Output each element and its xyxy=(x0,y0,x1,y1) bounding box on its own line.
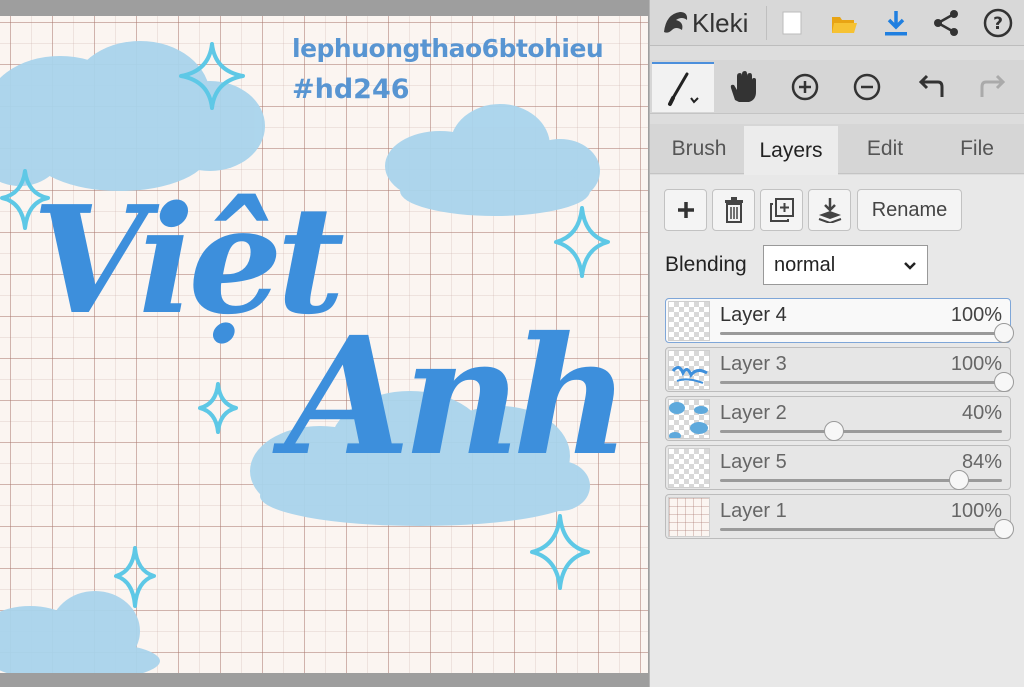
layer-name: Layer 2 xyxy=(720,402,787,424)
layer-opacity: 100% xyxy=(950,500,1002,522)
redo-button[interactable] xyxy=(962,62,1024,112)
toolbar-divider xyxy=(766,6,767,40)
layer-opacity: 84% xyxy=(961,451,1002,473)
brush-icon xyxy=(668,72,699,106)
layer-item[interactable]: Layer 1 100% xyxy=(665,494,1014,539)
kleki-logo-icon xyxy=(664,12,688,33)
layer-thumbnail xyxy=(668,301,710,341)
layer-item[interactable]: Layer 3 100% xyxy=(665,347,1014,392)
opacity-slider-track[interactable] xyxy=(720,381,1002,384)
zoom-in-icon xyxy=(791,73,819,101)
kleki-logo[interactable]: Kleki xyxy=(660,6,748,40)
help-icon: ? xyxy=(983,8,1013,38)
add-layer-button[interactable] xyxy=(664,189,707,231)
layer-item[interactable]: Layer 4 100% xyxy=(665,298,1014,343)
layer-opacity: 100% xyxy=(950,353,1002,375)
layer-name: Layer 5 xyxy=(720,451,787,473)
layer-thumbnail xyxy=(668,497,710,537)
opacity-slider-handle[interactable] xyxy=(994,372,1014,392)
trash-icon xyxy=(724,197,743,223)
svg-text:?: ? xyxy=(993,14,1003,34)
new-image-button[interactable] xyxy=(768,2,816,44)
merge-down-icon xyxy=(818,198,841,223)
plus-icon xyxy=(677,202,694,218)
layer-name: Layer 1 xyxy=(720,500,787,522)
save-button[interactable] xyxy=(872,2,920,44)
top-toolbar: Kleki ? xyxy=(650,0,1024,46)
tab-file[interactable]: File xyxy=(932,124,1022,174)
opacity-slider-track[interactable] xyxy=(720,332,1002,335)
tab-layers[interactable]: Layers xyxy=(744,126,838,175)
app-name: Kleki xyxy=(692,7,749,38)
zoom-out-button[interactable] xyxy=(836,62,898,112)
chevron-down-icon xyxy=(904,262,916,270)
layer-opacity: 100% xyxy=(950,304,1002,326)
zoom-out-icon xyxy=(853,73,881,101)
layer-preview-clouds xyxy=(669,402,708,438)
layers-panel: Rename Blending normal Layer 4 100% Laye… xyxy=(650,175,1024,687)
undo-icon xyxy=(918,74,944,97)
opacity-slider-track[interactable] xyxy=(720,430,1002,433)
redo-icon xyxy=(980,74,1006,97)
layer-thumbnail xyxy=(668,399,710,439)
open-file-button[interactable] xyxy=(820,2,868,44)
delete-layer-button[interactable] xyxy=(712,189,755,231)
layer-thumbnail xyxy=(668,448,710,488)
blending-select[interactable]: normal xyxy=(763,245,928,285)
layer-name: Layer 4 xyxy=(720,304,787,326)
layer-opacity: 40% xyxy=(961,402,1002,424)
tool-row xyxy=(650,60,1024,114)
opacity-slider-handle[interactable] xyxy=(948,470,969,490)
kleki-app: lephuongthao6btohieu #hd246 Việt Anh Kle… xyxy=(0,0,1024,687)
download-icon xyxy=(885,11,907,36)
brush-tool-button[interactable] xyxy=(652,62,714,112)
tab-edit[interactable]: Edit xyxy=(838,124,932,174)
side-panel: Kleki ? Brush Layers Edit File Rename Bl… xyxy=(649,0,1024,687)
new-file-icon xyxy=(782,11,802,35)
artwork-lettering-2: Anh xyxy=(285,302,630,492)
opacity-slider-handle[interactable] xyxy=(994,519,1014,539)
canvas-area[interactable]: lephuongthao6btohieu #hd246 Việt Anh xyxy=(0,0,649,687)
duplicate-icon xyxy=(769,198,794,222)
artwork-caption: lephuongthao6btohieu xyxy=(292,34,604,63)
panel-tabs: Brush Layers Edit File xyxy=(650,124,1024,175)
layer-item[interactable]: Layer 2 40% xyxy=(665,396,1011,441)
drawing-canvas[interactable]: lephuongthao6btohieu #hd246 Việt Anh xyxy=(0,16,648,673)
layer-thumbnail xyxy=(668,350,710,390)
tab-brush[interactable]: Brush xyxy=(654,124,744,174)
rename-layer-button[interactable]: Rename xyxy=(857,189,962,231)
share-icon xyxy=(934,10,958,36)
layer-item[interactable]: Layer 5 84% xyxy=(665,445,1011,490)
share-button[interactable] xyxy=(922,2,970,44)
blending-label: Blending xyxy=(665,253,747,276)
zoom-in-button[interactable] xyxy=(774,62,836,112)
open-folder-icon xyxy=(832,17,857,33)
artwork-hashtag: #hd246 xyxy=(292,74,410,105)
blending-value: normal xyxy=(774,253,836,276)
hand-icon xyxy=(730,71,756,102)
merge-down-button[interactable] xyxy=(808,189,851,231)
undo-button[interactable] xyxy=(900,62,962,112)
hand-tool-button[interactable] xyxy=(712,62,774,112)
duplicate-layer-button[interactable] xyxy=(760,189,803,231)
opacity-slider-handle[interactable] xyxy=(994,323,1014,343)
opacity-slider-track[interactable] xyxy=(720,528,1002,531)
layer-name: Layer 3 xyxy=(720,353,787,375)
opacity-slider-handle[interactable] xyxy=(823,421,844,441)
layer-preview-lettering xyxy=(671,366,708,384)
help-button[interactable]: ? xyxy=(974,2,1022,44)
